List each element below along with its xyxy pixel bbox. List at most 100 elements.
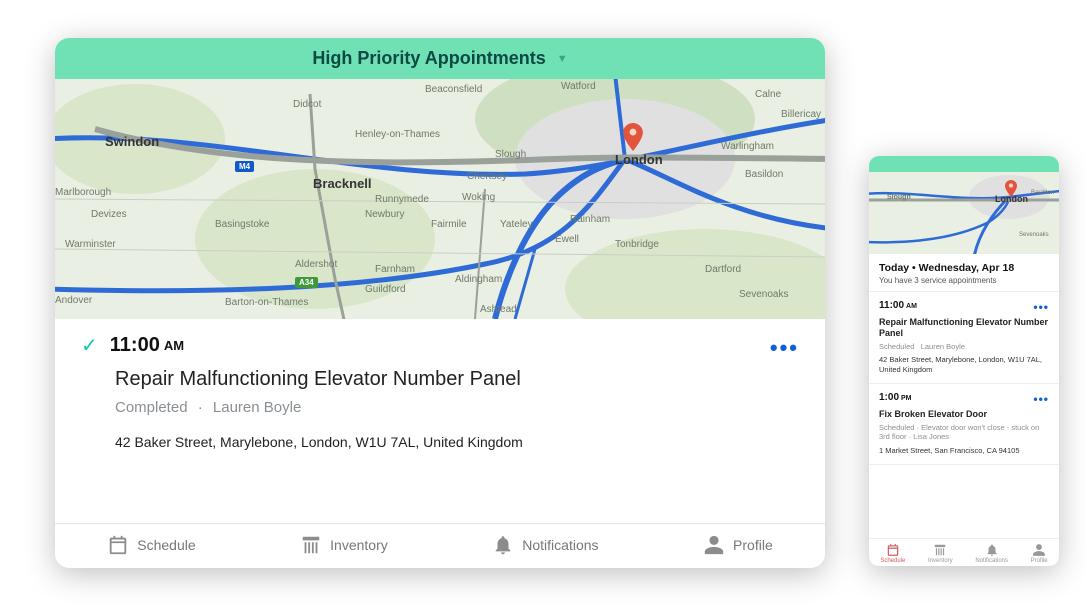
phone-today-section: Today • Wednesday, Apr 18 You have 3 ser… bbox=[869, 254, 1059, 292]
phone-header-bar bbox=[869, 156, 1059, 172]
map-pin-icon[interactable] bbox=[1005, 180, 1017, 197]
appointment-title: Repair Malfunctioning Elevator Number Pa… bbox=[879, 317, 1049, 339]
nav-inventory[interactable]: Inventory bbox=[928, 543, 953, 564]
phone-device: Slough London Basildon Sevenoaks Today •… bbox=[869, 156, 1059, 566]
nav-schedule[interactable]: Schedule bbox=[880, 543, 905, 564]
phone-appointment-card[interactable]: 11:00AM ••• Repair Malfunctioning Elevat… bbox=[869, 292, 1059, 384]
nav-label: Notifications bbox=[975, 558, 1008, 564]
map-label: London bbox=[615, 152, 663, 167]
map-label: Woking bbox=[462, 192, 495, 203]
appointment-assignee: Lisa Jones bbox=[913, 432, 949, 441]
time-ampm: PM bbox=[901, 395, 912, 402]
map-label: Farnham bbox=[375, 264, 415, 275]
map-label: Sevenoaks bbox=[739, 289, 788, 300]
profile-icon bbox=[703, 534, 725, 556]
time-value: 11:00 bbox=[879, 300, 904, 311]
map-label: Basingstoke bbox=[215, 219, 269, 230]
more-actions-button[interactable]: ••• bbox=[1033, 300, 1049, 314]
calendar-icon bbox=[107, 534, 129, 556]
nav-inventory[interactable]: Inventory bbox=[300, 534, 388, 556]
tablet-bottom-nav: Schedule Inventory Notifications Profile bbox=[55, 523, 825, 568]
appointment-card[interactable]: ✓ 11:00 AM ••• Repair Malfunctioning Ele… bbox=[55, 319, 825, 523]
appointment-status: Scheduled bbox=[879, 423, 914, 432]
map-label: Devizes bbox=[91, 209, 127, 220]
map-label: Beaconsfield bbox=[425, 84, 482, 95]
map-label: Henley-on-Thames bbox=[355, 129, 440, 140]
appointment-address: 42 Baker Street, Marylebone, London, W1U… bbox=[879, 355, 1049, 375]
profile-icon bbox=[1032, 543, 1046, 557]
map-label: Guildford bbox=[365, 284, 406, 295]
appointment-title: Repair Malfunctioning Elevator Number Pa… bbox=[115, 368, 799, 391]
appointment-time-row: ✓ 11:00 AM bbox=[81, 333, 799, 358]
appointment-assignee: Lauren Boyle bbox=[921, 342, 965, 351]
calendar-icon bbox=[886, 543, 900, 557]
map-canvas bbox=[55, 79, 825, 319]
tablet-header[interactable]: High Priority Appointments ▼ bbox=[55, 38, 825, 79]
map-label: Bracknell bbox=[313, 176, 372, 191]
appointment-status: Completed bbox=[115, 399, 188, 416]
nav-schedule[interactable]: Schedule bbox=[107, 534, 195, 556]
appointment-time: 11:00AM bbox=[879, 300, 917, 311]
more-actions-button[interactable]: ••• bbox=[1033, 392, 1049, 406]
nav-label: Notifications bbox=[522, 537, 598, 553]
tablet-map[interactable]: M4 A34 Swindon Bracknell London Didcot B… bbox=[55, 79, 825, 319]
appointment-meta: Scheduled · Elevator door won't close - … bbox=[879, 423, 1049, 443]
inventory-icon bbox=[300, 534, 322, 556]
nav-label: Schedule bbox=[137, 537, 195, 553]
time-value: 1:00 bbox=[879, 392, 899, 403]
nav-label: Inventory bbox=[928, 558, 953, 564]
phone-bottom-nav: Schedule Inventory Notifications Profile bbox=[869, 538, 1059, 566]
map-shield-a34: A34 bbox=[295, 277, 318, 288]
nav-label: Inventory bbox=[330, 537, 388, 553]
map-label: Yateley bbox=[500, 219, 533, 230]
phone-appointment-card[interactable]: 1:00PM ••• Fix Broken Elevator Door Sche… bbox=[869, 384, 1059, 465]
map-label: Fairmile bbox=[431, 219, 467, 230]
map-label: Dartford bbox=[705, 264, 741, 275]
map-label: Runnymede bbox=[375, 194, 429, 205]
appointment-assignee: Lauren Boyle bbox=[213, 399, 301, 416]
map-label: Basildon bbox=[745, 169, 783, 180]
nav-profile[interactable]: Profile bbox=[1031, 543, 1048, 564]
nav-label: Schedule bbox=[880, 558, 905, 564]
today-heading: Today • Wednesday, Apr 18 bbox=[879, 262, 1049, 274]
nav-notifications[interactable]: Notifications bbox=[975, 543, 1008, 564]
map-label: Slough bbox=[495, 149, 526, 160]
bell-icon bbox=[985, 543, 999, 557]
bell-icon bbox=[492, 534, 514, 556]
map-label: Didcot bbox=[293, 99, 321, 110]
appointment-title: Fix Broken Elevator Door bbox=[879, 409, 1049, 420]
map-shield-m4: M4 bbox=[235, 161, 254, 172]
map-label: Billericay bbox=[781, 109, 821, 120]
appointment-meta: Scheduled Lauren Boyle bbox=[879, 342, 1049, 352]
nav-label: Profile bbox=[1031, 558, 1048, 564]
map-pin-icon[interactable] bbox=[623, 123, 643, 151]
map-label: Sevenoaks bbox=[1019, 232, 1049, 238]
appointment-address: 42 Baker Street, Marylebone, London, W1U… bbox=[115, 434, 799, 450]
map-label: Watford bbox=[561, 81, 596, 92]
nav-notifications[interactable]: Notifications bbox=[492, 534, 598, 556]
map-label: Warminster bbox=[65, 239, 116, 250]
map-label: Tonbridge bbox=[615, 239, 659, 250]
time-ampm: AM bbox=[906, 303, 917, 310]
map-label: Rainham bbox=[570, 214, 610, 225]
map-label: Marlborough bbox=[55, 187, 111, 198]
chevron-down-icon: ▼ bbox=[557, 53, 568, 65]
map-label: Aldingham bbox=[455, 274, 502, 285]
nav-profile[interactable]: Profile bbox=[703, 534, 773, 556]
map-label: Ashtead bbox=[480, 304, 517, 315]
inventory-icon bbox=[933, 543, 947, 557]
tablet-device: High Priority Appointments ▼ bbox=[55, 38, 825, 568]
map-label: Newbury bbox=[365, 209, 404, 220]
header-title: High Priority Appointments bbox=[312, 48, 545, 68]
appointment-ampm: AM bbox=[164, 338, 184, 353]
more-actions-button[interactable]: ••• bbox=[770, 335, 799, 361]
phone-map[interactable]: Slough London Basildon Sevenoaks bbox=[869, 172, 1059, 254]
map-label: Warlingham bbox=[721, 141, 774, 152]
map-label: Calne bbox=[755, 89, 781, 100]
appointment-status: Scheduled bbox=[879, 342, 914, 351]
map-label: Basildon bbox=[1031, 190, 1054, 196]
map-label: Chertsey bbox=[467, 171, 507, 182]
appointment-time: 11:00 bbox=[110, 334, 160, 357]
map-label: Slough bbox=[887, 194, 911, 201]
map-label: Swindon bbox=[105, 134, 159, 149]
